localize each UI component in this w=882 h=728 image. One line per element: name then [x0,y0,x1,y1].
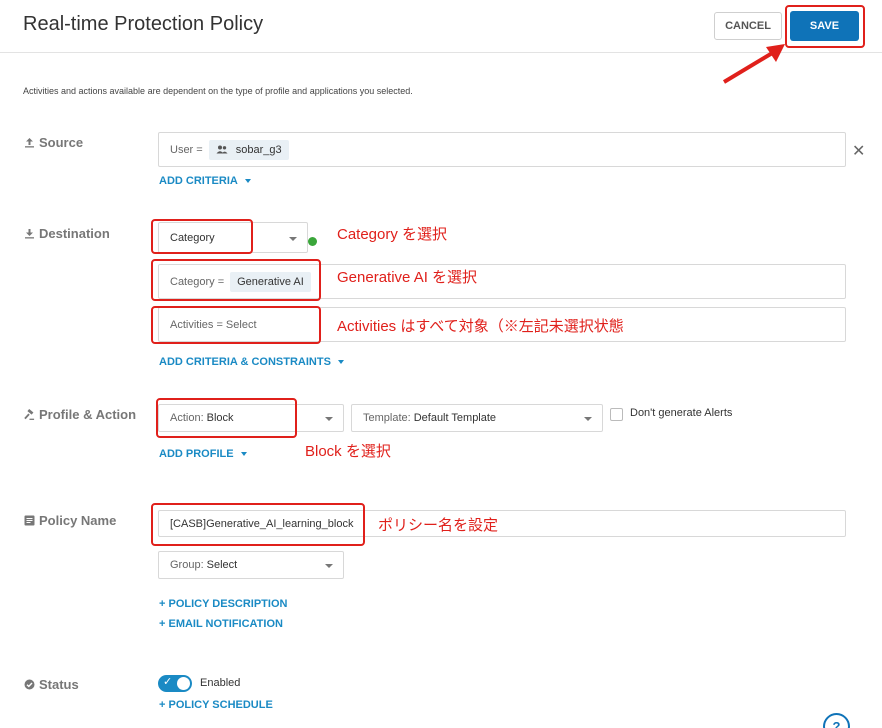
page-title: Real-time Protection Policy [23,13,264,35]
check-circle-icon [24,679,35,690]
status-toggle-label: Enabled [200,677,241,689]
chevron-down-icon [244,179,251,183]
destination-label: Destination [24,226,110,241]
annotation-text-block: Block を選択 [305,443,391,460]
source-label: Source [24,135,83,150]
annotation-text-policy-name: ポリシー名を設定 [378,517,499,534]
add-criteria-constraints-link[interactable]: ADD CRITERIA & CONSTRAINTS [159,356,344,368]
group-select[interactable]: Group: Select [158,551,344,579]
profile-action-label: Profile & Action [24,407,136,422]
source-criteria-field[interactable]: User = sobar_g3 [158,132,846,167]
annotation-text-generative-ai: Generative AI を選択 [337,269,478,286]
annotation-box-generative-ai [151,259,321,301]
annotation-box-policy-name [151,503,365,546]
annotation-text-activities: Activities はすべて対象（※左記未選択状態 [337,318,624,335]
annotation-box-block [156,398,297,438]
annotation-box-save [785,5,865,48]
close-icon[interactable]: ✕ [852,141,865,161]
check-icon: ✓ [163,676,173,688]
annotation-text-category: Category を選択 [337,226,448,243]
policy-schedule-link[interactable]: + POLICY SCHEDULE [159,699,273,711]
email-notification-link[interactable]: + EMAIL NOTIFICATION [159,618,283,630]
chevron-down-icon [289,236,297,241]
gavel-icon [24,408,35,420]
cancel-button[interactable]: CANCEL [714,12,782,40]
download-icon [24,228,35,239]
document-icon [24,515,35,526]
user-chip[interactable]: sobar_g3 [208,139,289,160]
no-alerts-label: Don't generate Alerts [630,407,733,419]
status-label: Status [24,677,79,692]
chevron-down-icon [240,452,247,456]
policy-name-label: Policy Name [24,513,116,528]
chevron-down-icon [325,564,333,568]
chevron-down-icon [337,360,344,364]
template-select[interactable]: Template: Default Template [351,404,603,432]
no-alerts-checkbox[interactable] [610,408,623,421]
help-icon[interactable]: ? [823,713,850,728]
status-dot [308,237,317,246]
add-profile-link[interactable]: ADD PROFILE [159,448,247,460]
status-toggle[interactable]: ✓ [158,675,192,692]
chevron-down-icon [584,417,592,421]
policy-description-link[interactable]: + POLICY DESCRIPTION [159,598,287,610]
upload-icon [24,137,35,148]
toggle-knob [177,677,190,690]
users-icon [216,145,228,154]
annotation-arrow [722,44,785,84]
annotation-box-activities [151,306,321,344]
chevron-down-icon [325,417,333,421]
add-criteria-source-link[interactable]: ADD CRITERIA [159,175,251,187]
info-note: Activities and actions available are dep… [23,86,413,96]
annotation-box-category [151,219,253,254]
